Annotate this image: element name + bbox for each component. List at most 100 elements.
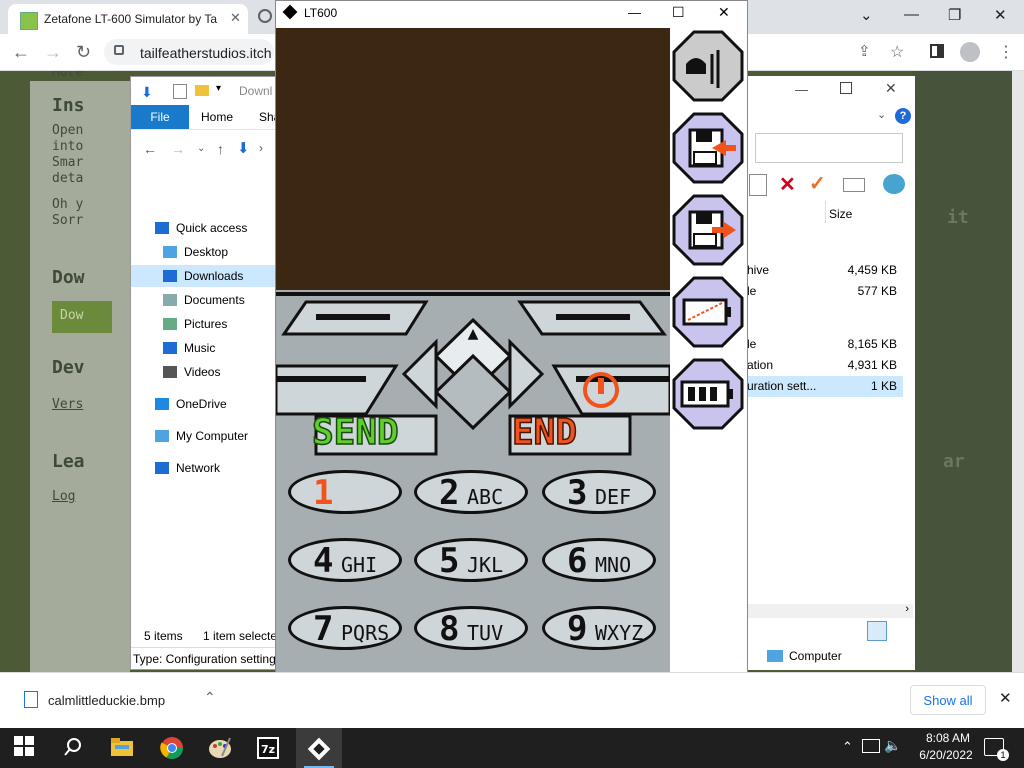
- horizontal-scrollbar[interactable]: ›: [747, 603, 913, 618]
- paint-icon[interactable]: [208, 736, 232, 760]
- arrow-left-icon[interactable]: ←: [143, 141, 157, 157]
- quick-access-dropdown-icon[interactable]: ▾: [216, 83, 221, 94]
- network-icon[interactable]: [862, 739, 880, 753]
- clock-time[interactable]: 8:08 AM: [912, 731, 984, 745]
- chevron-down-icon[interactable]: ⌄: [877, 108, 886, 121]
- web-link[interactable]: Log: [52, 489, 75, 504]
- keypad-key[interactable]: 4 GHI: [288, 538, 402, 582]
- chrome-icon[interactable]: [160, 736, 184, 760]
- minimize-icon[interactable]: —: [628, 5, 641, 20]
- star-icon[interactable]: ☆: [890, 42, 904, 62]
- close-icon[interactable]: ✕: [885, 80, 897, 97]
- chevron-right-icon[interactable]: ›: [259, 141, 263, 155]
- web-text[interactable]: More: [52, 71, 83, 80]
- sidebar-item-downloads[interactable]: Downloads: [131, 265, 276, 287]
- maximize-icon[interactable]: [840, 82, 852, 94]
- web-scrollbar[interactable]: [1012, 71, 1024, 672]
- rename-icon[interactable]: [843, 178, 865, 192]
- chrome-tab-icon[interactable]: [258, 9, 272, 23]
- properties-icon[interactable]: [173, 84, 187, 99]
- keypad-key[interactable]: 7 PQRS: [288, 606, 402, 650]
- sidebar-item-music[interactable]: Music: [131, 337, 276, 359]
- minimize-icon[interactable]: —: [795, 82, 808, 97]
- sidebar-button-phone-sound[interactable]: [672, 30, 744, 102]
- large-icons-view-icon[interactable]: [891, 621, 909, 639]
- show-all-button[interactable]: Show all: [910, 685, 986, 715]
- checkmark-icon[interactable]: ✓: [809, 171, 826, 196]
- file-row[interactable]: uration sett... 1 KB: [747, 376, 903, 397]
- sidebar-item-desktop[interactable]: Desktop: [131, 241, 276, 263]
- sidebar-item-pictures[interactable]: Pictures: [131, 313, 276, 335]
- tab-search-icon[interactable]: ⌄: [860, 6, 873, 24]
- sidebar-button-battery-empty[interactable]: [672, 276, 744, 348]
- menu-icon[interactable]: ⋮: [998, 42, 1014, 62]
- keypad-key[interactable]: 6 MNO: [542, 538, 656, 582]
- address-bar[interactable]: tailfeatherstudios.itch: [104, 39, 274, 65]
- download-item[interactable]: calmlittleduckie.bmp ⌃: [10, 683, 230, 719]
- web-download-button[interactable]: Dow: [52, 301, 112, 333]
- sidebar-button-load-file[interactable]: [672, 112, 744, 184]
- file-explorer-icon[interactable]: [110, 736, 134, 760]
- web-text: Open: [52, 123, 84, 138]
- arrow-left-icon[interactable]: ←: [12, 42, 30, 63]
- sidebar-item-documents[interactable]: Documents: [131, 289, 276, 311]
- delete-icon[interactable]: ✕: [779, 172, 796, 197]
- sidebar-item-my-computer[interactable]: My Computer: [131, 425, 276, 447]
- dialog-search-input[interactable]: [755, 133, 903, 163]
- phone-screen[interactable]: [276, 28, 670, 290]
- chevron-up-icon[interactable]: ⌃: [204, 689, 216, 706]
- minimize-icon[interactable]: —: [904, 6, 919, 23]
- sidebar-item-network[interactable]: Network: [131, 457, 276, 479]
- notification-icon[interactable]: 1: [984, 738, 1009, 761]
- folder-icon[interactable]: [195, 85, 209, 96]
- recent-dropdown-icon[interactable]: ⌄: [197, 143, 205, 154]
- keypad-key[interactable]: 2 ABC: [414, 470, 528, 514]
- taskbar-active-app[interactable]: [296, 728, 342, 768]
- restore-icon[interactable]: ❐: [948, 6, 961, 24]
- shell-icon[interactable]: [883, 174, 905, 194]
- keypad-key[interactable]: 9 WXYZ: [542, 606, 656, 650]
- clock-date[interactable]: 6/20/2022: [908, 748, 984, 762]
- column-header-size[interactable]: Size: [829, 207, 852, 221]
- keypad-key[interactable]: 1: [288, 470, 402, 514]
- file-row[interactable]: le 8,165 KB: [747, 334, 903, 355]
- sidebar-item-onedrive[interactable]: OneDrive: [131, 393, 276, 415]
- tab-favicon-icon: [20, 12, 38, 30]
- help-icon[interactable]: ?: [895, 108, 911, 124]
- web-link[interactable]: Vers: [52, 397, 83, 412]
- 7zip-icon[interactable]: 7z: [256, 736, 280, 760]
- sidebar-button-battery-full[interactable]: [672, 358, 744, 430]
- maximize-icon[interactable]: ☐: [672, 4, 685, 21]
- close-icon[interactable]: ✕: [718, 4, 730, 21]
- search-icon[interactable]: [62, 736, 86, 760]
- close-icon[interactable]: ✕: [994, 6, 1007, 24]
- close-icon[interactable]: ✕: [999, 689, 1012, 707]
- volume-icon[interactable]: 🔈: [884, 737, 901, 754]
- keypad-key[interactable]: 8 TUV: [414, 606, 528, 650]
- send-button[interactable]: SEND: [311, 411, 399, 454]
- browser-tab[interactable]: Zetafone LT-600 Simulator by Ta ✕: [8, 4, 248, 34]
- tab-close-icon[interactable]: ✕: [230, 10, 241, 26]
- clipboard-icon[interactable]: [749, 174, 767, 196]
- file-row[interactable]: hive 4,459 KB: [747, 260, 903, 281]
- keypad-key[interactable]: 5 JKL: [414, 538, 528, 582]
- ribbon-tab-file[interactable]: File: [131, 105, 189, 129]
- file-row[interactable]: ation 4,931 KB: [747, 355, 903, 376]
- arrow-right-icon[interactable]: →: [44, 42, 62, 63]
- reload-icon[interactable]: ↻: [76, 42, 91, 63]
- ribbon-tab-home[interactable]: Home: [201, 110, 233, 124]
- arrow-right-icon[interactable]: →: [171, 141, 185, 157]
- windows-start-icon[interactable]: [14, 736, 38, 760]
- share-icon[interactable]: ⇪: [858, 42, 871, 60]
- keypad-key[interactable]: 3 DEF: [542, 470, 656, 514]
- arrow-up-icon[interactable]: ↑: [217, 141, 224, 157]
- end-button[interactable]: END: [511, 411, 578, 454]
- sidebar-button-save-file[interactable]: [672, 194, 744, 266]
- file-row[interactable]: le 577 KB: [747, 281, 903, 302]
- sidebar-item-videos[interactable]: Videos: [131, 361, 276, 383]
- sidebar-item-quick-access[interactable]: Quick access: [131, 217, 276, 239]
- chevron-up-icon[interactable]: ⌃: [842, 739, 853, 755]
- profile-icon[interactable]: [960, 42, 980, 62]
- details-view-icon[interactable]: [867, 621, 887, 641]
- sidebar-icon[interactable]: [930, 44, 944, 58]
